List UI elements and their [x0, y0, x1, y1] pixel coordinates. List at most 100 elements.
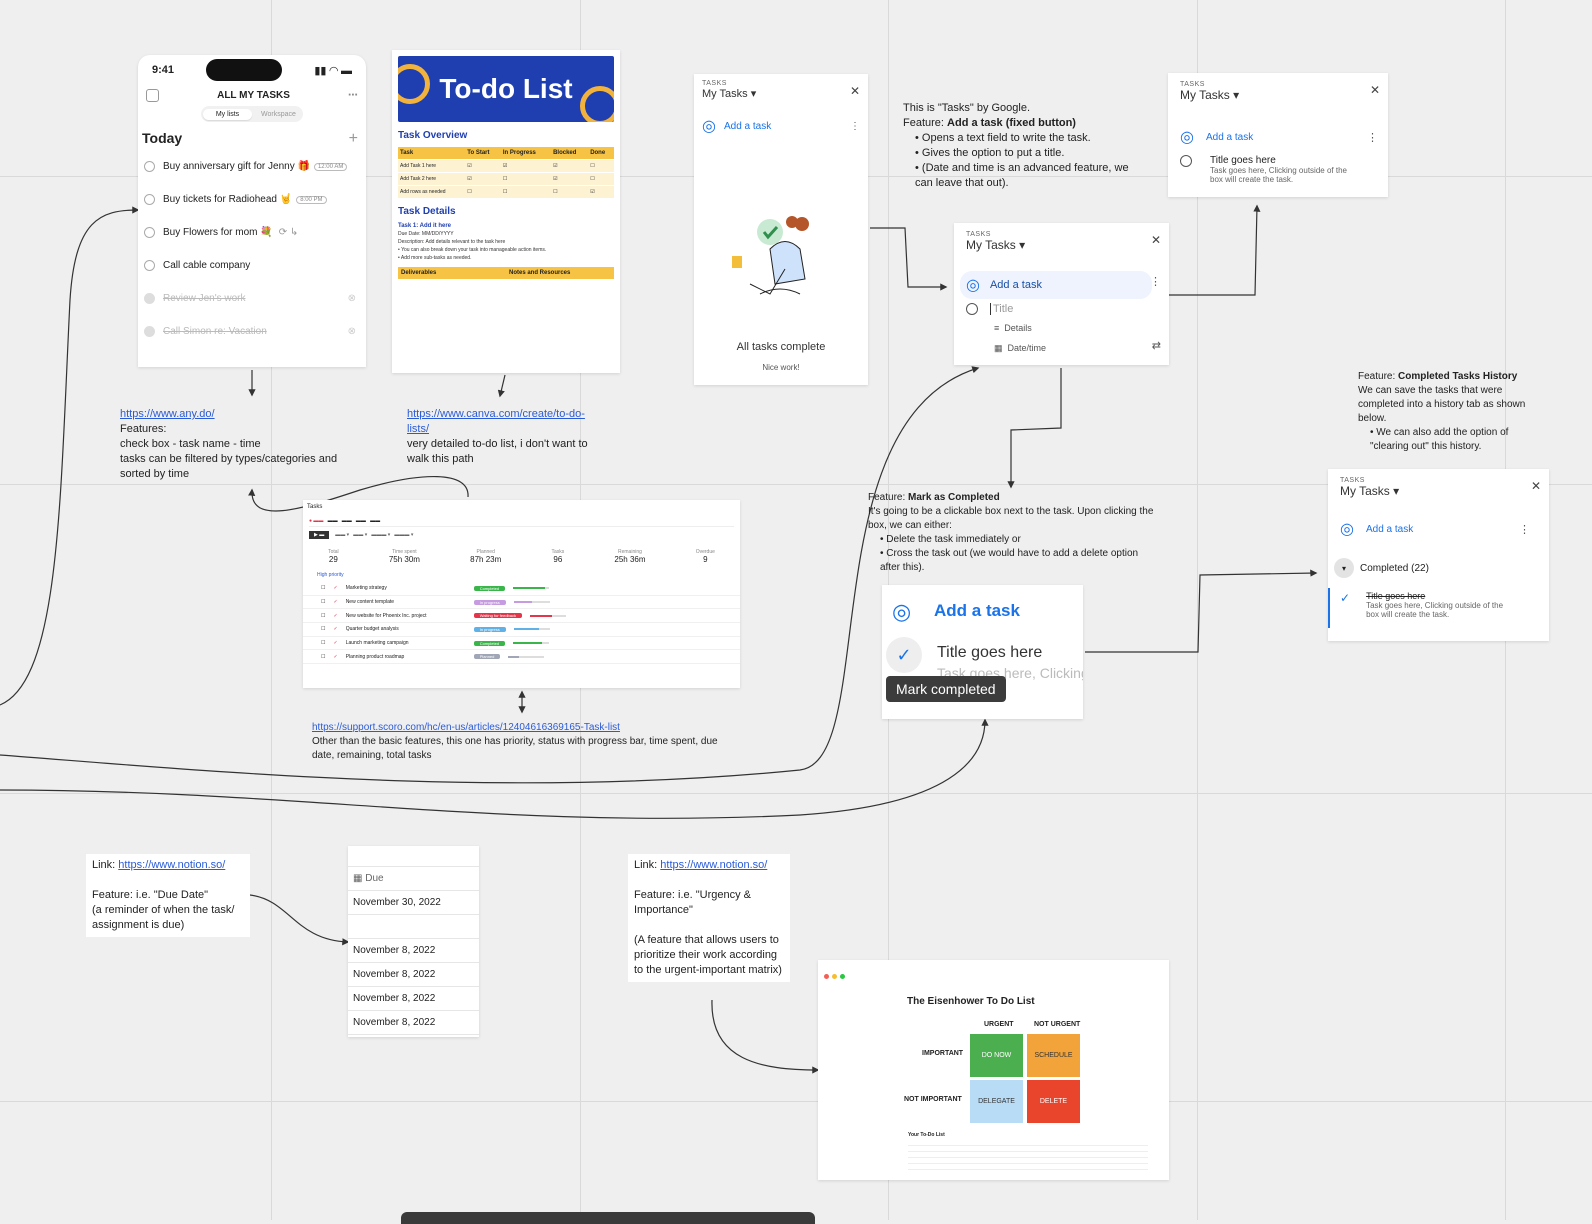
task-checkbox[interactable] — [144, 227, 155, 238]
delete-icon[interactable]: ⊗ — [348, 293, 356, 304]
column-header: ▦ Due — [348, 866, 479, 891]
close-icon[interactable]: ✕ — [1151, 233, 1161, 247]
repeat-icon[interactable]: ⇄ — [1152, 339, 1161, 352]
notion-link[interactable]: https://www.notion.so/ — [660, 859, 767, 871]
task-row[interactable]: ☐ ✓ Planning product roadmap Planned — [303, 650, 740, 665]
task-checkbox[interactable] — [966, 303, 978, 315]
start-button[interactable]: ▶ ▬ — [309, 531, 330, 539]
task-checkbox-checked[interactable] — [144, 293, 155, 304]
col-header: In Progress — [500, 147, 552, 160]
overview-table: Task To Start In Progress Blocked Done A… — [398, 147, 614, 198]
task-checkbox[interactable]: ☐ — [321, 585, 325, 591]
decorative-ring — [580, 86, 614, 122]
task-row[interactable]: Review Jen's work ⊗ — [138, 282, 366, 315]
quadrant-schedule[interactable]: SCHEDULE — [1027, 1034, 1080, 1077]
completed-task-row[interactable]: ✓ Title goes here Task goes here, Clicki… — [1340, 591, 1516, 619]
task-row[interactable]: Buy anniversary gift for Jenny 🎁 12:00 AM — [138, 150, 366, 183]
bottom-toolbar[interactable] — [401, 1212, 815, 1224]
delete-icon[interactable]: ⊗ — [348, 326, 356, 337]
kebab-menu-icon[interactable]: ⋮ — [1367, 131, 1378, 144]
list-selector[interactable]: My Tasks ▾ — [702, 87, 756, 100]
quadrant-delete[interactable]: DELETE — [1027, 1080, 1080, 1123]
task-row[interactable]: ☐ ✓ Launch marketing campaign Completed — [303, 637, 740, 651]
task-checkbox[interactable] — [144, 260, 155, 271]
due-date-cell[interactable]: November 8, 2022 — [348, 1011, 479, 1035]
task-checkbox[interactable] — [144, 161, 155, 172]
add-task-row[interactable]: ◎ Add a task ⋮ — [1180, 127, 1378, 147]
due-date-cell[interactable]: November 8, 2022 — [348, 963, 479, 987]
task-row[interactable]: ☐ ✓ New website for Phoenix Inc. project Wa… — [303, 609, 740, 624]
task-row[interactable]: Title goes here Task goes here, Clicking… — [1180, 155, 1360, 184]
checkmark-icon[interactable]: ✓ — [886, 637, 922, 673]
quadrant-delegate[interactable]: DELEGATE — [970, 1080, 1023, 1123]
canva-link[interactable]: https://www.canva.com/create/to-do-lists… — [407, 408, 585, 435]
checkmark-icon[interactable]: ✓ — [1340, 591, 1350, 619]
task-checkbox-checked[interactable] — [144, 326, 155, 337]
kebab-menu-icon[interactable]: ⋮ — [1150, 275, 1161, 288]
quadrant-do-now[interactable]: DO NOW — [970, 1034, 1023, 1077]
task-row[interactable]: Call Simon re: Vacation ⊗ — [138, 315, 366, 348]
task-checkbox[interactable] — [1180, 155, 1192, 167]
task-checkbox[interactable]: ☐ — [321, 626, 325, 632]
task-checkbox[interactable] — [144, 194, 155, 205]
due-date-cell[interactable]: November 8, 2022 — [348, 987, 479, 1011]
due-date-cell[interactable]: November 30, 2022 — [348, 891, 479, 915]
task-checkbox[interactable]: ☐ — [321, 613, 325, 619]
arrow-due-note-to-due — [249, 894, 350, 946]
google-tasks-completed-screenshot: TASKS My Tasks ▾ ✕ ◎ Add a task ⋮ ▾ Comp… — [1328, 469, 1549, 641]
add-task-row[interactable]: ◎ Add a task — [960, 271, 1152, 299]
notion-link[interactable]: https://www.notion.so/ — [118, 859, 225, 871]
axis-label: URGENT — [984, 1021, 1014, 1028]
anydo-link[interactable]: https://www.any.do/ — [120, 408, 215, 420]
stat: Total 29 — [328, 549, 339, 564]
task-row[interactable]: Buy tickets for Radiohead 🤘 8:00 PM — [138, 183, 366, 216]
status-badge: Planned — [473, 654, 501, 660]
kebab-menu-icon[interactable]: ⋮ — [850, 121, 860, 132]
title-input-row[interactable]: Title — [966, 303, 1013, 315]
scoro-link[interactable]: https://support.scoro.com/hc/en-us/artic… — [312, 722, 620, 733]
list-selector[interactable]: My Tasks ▾ — [966, 238, 1025, 252]
details-input[interactable]: ≡ Details — [994, 323, 1032, 333]
add-task-button[interactable]: Add a task — [1206, 132, 1367, 143]
due-date-cell[interactable]: November 8, 2022 — [348, 939, 479, 963]
list-selector[interactable]: My Tasks ▾ — [1340, 484, 1399, 498]
task-row[interactable]: Buy Flowers for mom 💐 ⟳ ↳ — [138, 216, 366, 249]
add-task-button[interactable]: Add a task — [724, 121, 850, 132]
add-task-row[interactable]: ◎ Add a task ⋮ — [702, 116, 860, 136]
close-icon[interactable]: ✕ — [850, 84, 860, 98]
due-date-cell[interactable] — [348, 915, 479, 939]
add-task-icon[interactable]: + — [349, 130, 358, 148]
canva-title: To-do List — [439, 73, 573, 104]
task-name: Launch marketing campaign — [345, 640, 409, 647]
tab-workspace[interactable]: Workspace — [254, 111, 303, 118]
list-switcher: My lists Workspace — [201, 106, 303, 122]
task-checkbox[interactable]: ☐ — [321, 599, 325, 605]
task-label: Buy anniversary gift for Jenny 🎁 — [163, 161, 310, 172]
task-row[interactable]: ☐ ✓ New content template In progress — [303, 596, 740, 610]
datetime-input[interactable]: ▦ Date/time — [994, 343, 1046, 354]
add-task-button[interactable]: Add a task — [934, 601, 1020, 621]
task-checkbox[interactable]: ☐ — [321, 640, 325, 646]
task-checkbox[interactable]: ☐ — [321, 654, 325, 660]
group-header[interactable]: High priority — [303, 572, 740, 578]
select-all-checkbox[interactable] — [146, 89, 159, 102]
task-row[interactable]: ☐ ✓ Marketing strategy Completed — [303, 582, 740, 596]
list-selector[interactable]: My Tasks ▾ — [1180, 88, 1239, 102]
close-icon[interactable]: ✕ — [1531, 479, 1541, 493]
add-task-button[interactable]: Add a task — [1366, 524, 1519, 535]
more-options-icon[interactable]: ⋯ — [348, 90, 358, 101]
task-row[interactable]: ☐ ✓ Quarter budget analysis In progress — [303, 623, 740, 637]
tab-my-lists[interactable]: My lists — [203, 108, 252, 120]
note-line: (a reminder of when the task/ assignment… — [92, 904, 235, 931]
add-task-button[interactable]: Add a task — [990, 279, 1042, 291]
mark-completed-note: Feature: Mark as Completed It's going to… — [862, 487, 1164, 579]
completed-section-toggle[interactable]: ▾ Completed (22) — [1334, 558, 1429, 578]
title-input[interactable]: Title — [990, 303, 1013, 315]
task-row[interactable]: Call cable company — [138, 249, 366, 282]
kebab-menu-icon[interactable]: ⋮ — [1519, 523, 1530, 536]
close-icon[interactable]: ✕ — [1370, 83, 1380, 97]
status-badge: Waiting for feedback — [473, 613, 523, 619]
task-label: Call Simon re: Vacation — [163, 326, 267, 337]
list-title: Your To-Do List — [908, 1132, 945, 1138]
add-task-row[interactable]: ◎ Add a task ⋮ — [1340, 519, 1530, 539]
